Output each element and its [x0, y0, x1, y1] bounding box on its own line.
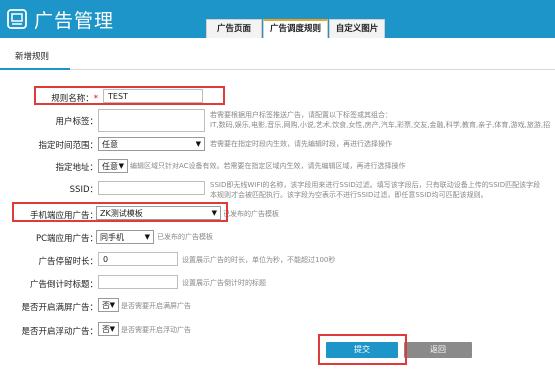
mobile-ad-highlight: [12, 202, 228, 222]
subnav-underline: [0, 68, 70, 70]
chevron-down-icon: ▼: [144, 233, 150, 241]
app-header: 广告管理 广告页面 广告调度规则 自定义图片: [0, 0, 555, 39]
tab-custom-images[interactable]: 自定义图片: [329, 19, 385, 38]
chevron-down-icon: ▼: [109, 325, 115, 333]
countdown-title-hint: 设置展示广告倒计时的标题: [182, 279, 266, 287]
app-title: 广告管理: [34, 10, 115, 32]
stay-time-label: 广告停留时长：: [38, 257, 98, 267]
fullscreen-label: 是否开启满屏广告：: [21, 303, 98, 313]
time-range-hint: 若需要在指定时段内生效，请先编辑时段，再进行选择操作: [210, 140, 392, 148]
time-range-label: 指定时间范围：: [38, 141, 98, 151]
stay-time-input[interactable]: 0: [98, 252, 178, 266]
submit-highlight: [318, 334, 407, 365]
ssid-hint-2: 本规则才会被匹配执行。该字段为空表示不进行SSID过滤，即任意SSID均可匹配该…: [210, 191, 488, 199]
address-label: 指定地址：: [55, 163, 98, 173]
address-hint: 编辑区域只针对AC设备有效。若需要在指定区域内生效，请先编辑区域，再进行选择操作: [130, 162, 406, 170]
rule-name-highlight: [34, 86, 225, 105]
floating-hint: 是否需要开启浮动广告: [121, 326, 191, 334]
address-select[interactable]: 任意 ▼: [98, 159, 128, 173]
time-range-select[interactable]: 任意 ▼: [98, 137, 205, 151]
pc-ad-label: PC端应用广告：: [35, 234, 98, 244]
user-tags-label: 用户标签：: [55, 117, 98, 127]
ssid-hint-1: SSID即无线WIFI的名称，该字段用来进行SSID过滤。填写该字段后，只有联动…: [210, 181, 541, 189]
chevron-down-icon: ▼: [195, 140, 201, 148]
pc-ad-hint: 已发布的广告模板: [157, 233, 213, 241]
floating-label: 是否开启浮动广告：: [21, 327, 98, 337]
chevron-down-icon: ▼: [109, 301, 115, 309]
countdown-title-input[interactable]: [98, 275, 178, 289]
subnav-new-rule[interactable]: 新增规则: [15, 50, 49, 62]
fullscreen-hint: 是否需要开启满屏广告: [121, 302, 191, 310]
back-button[interactable]: 返回: [404, 342, 472, 358]
fullscreen-select[interactable]: 否 ▼: [98, 298, 119, 312]
subnav: 新增规则: [0, 38, 555, 70]
tab-ad-schedule-rules[interactable]: 广告调度规则: [263, 19, 328, 39]
user-tags-hint-1: 若需要根据用户标签推送广告，请配置以下标签或其组合：: [210, 111, 392, 119]
floating-select[interactable]: 否 ▼: [98, 322, 119, 336]
user-tags-input[interactable]: [98, 109, 205, 132]
ssid-label: SSID：: [69, 185, 98, 195]
user-tags-hint-2: IT,数码,娱乐,电影,音乐,网购,小说,艺术,饮食,女性,房产,汽车,彩票,交…: [210, 121, 551, 129]
countdown-title-label: 广告倒计时标题：: [29, 280, 98, 290]
stay-time-hint: 设置展示广告的时长，单位为秒，不能超过100秒: [182, 256, 336, 264]
pc-ad-select[interactable]: 同手机 ▼: [96, 230, 154, 244]
tab-ad-page[interactable]: 广告页面: [206, 19, 262, 38]
ssid-input[interactable]: [98, 181, 205, 195]
mobile-ad-hint: 已发布的广告模板: [223, 210, 279, 218]
logo-icon: [7, 9, 27, 29]
chevron-down-icon: ▼: [118, 162, 124, 170]
